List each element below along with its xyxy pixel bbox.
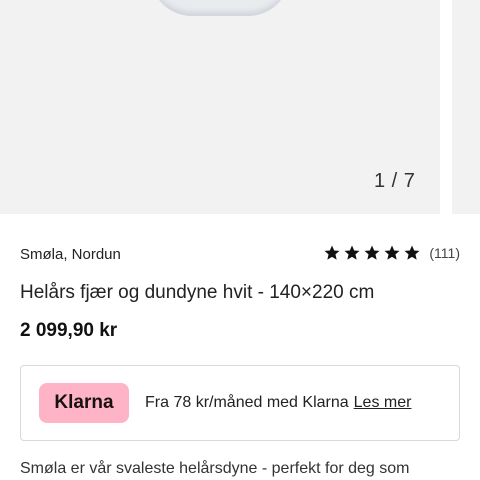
duvet-image xyxy=(150,0,290,16)
klarna-read-more-link[interactable]: Les mer xyxy=(354,394,412,412)
image-counter: 1 / 7 xyxy=(374,170,416,192)
next-product-image[interactable] xyxy=(452,0,480,214)
klarna-offer-text: Fra 78 kr/måned med Klarna xyxy=(145,394,349,411)
product-description: Smøla er vår svaleste helårsdyne - perfe… xyxy=(20,460,410,477)
klarna-logo: Klarna xyxy=(39,383,129,423)
image-gallery[interactable]: 1 / 7 xyxy=(0,0,480,214)
product-rating[interactable]: (111) xyxy=(323,244,460,262)
product-price: 2 099,90 kr xyxy=(20,320,118,341)
star-icon xyxy=(323,244,341,262)
star-icon xyxy=(363,244,381,262)
product-brand: Smøla, Nordun xyxy=(20,246,121,263)
rating-count: (111) xyxy=(429,245,460,261)
product-title: Helårs fjær og dundyne hvit - 140×220 cm xyxy=(20,282,375,303)
klarna-financing-box: Klarna Fra 78 kr/måned med Klarna Les me… xyxy=(20,365,460,441)
star-icon xyxy=(383,244,401,262)
star-icon xyxy=(343,244,361,262)
star-icon xyxy=(403,244,421,262)
